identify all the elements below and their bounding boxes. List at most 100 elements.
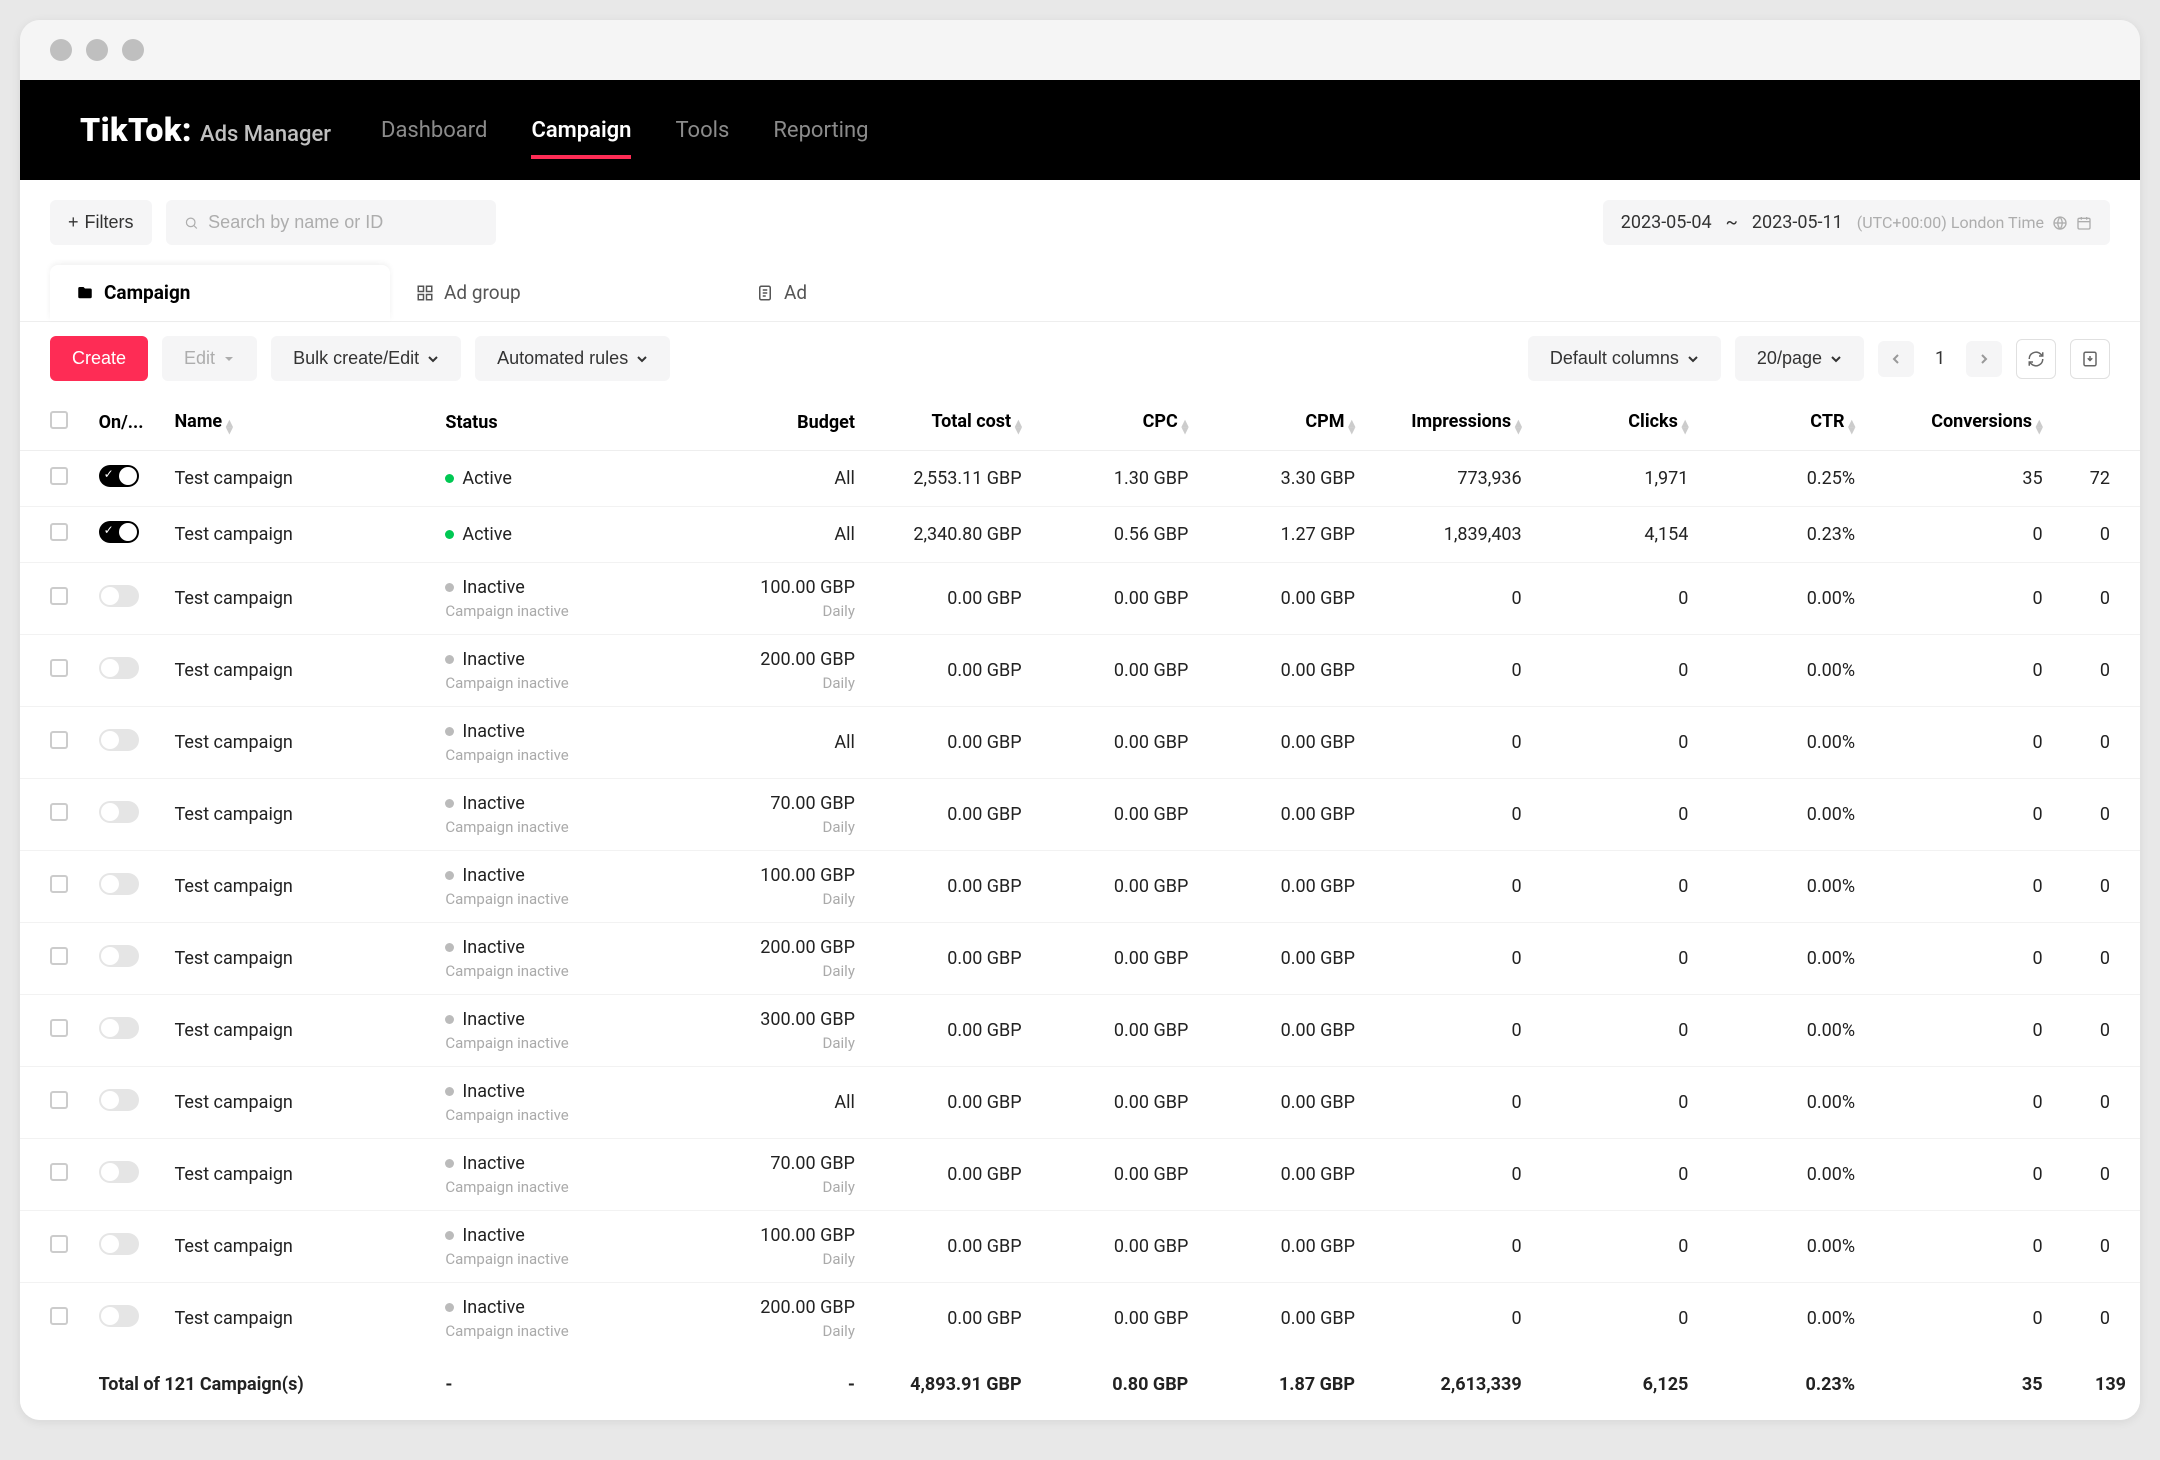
traffic-light-minimize-icon[interactable] [86, 39, 108, 61]
table-row[interactable]: Test campaignInactiveCampaign inactive20… [20, 635, 2140, 707]
on-off-toggle[interactable] [99, 1305, 139, 1327]
campaign-name: Test campaign [160, 779, 431, 851]
table-row[interactable]: Test campaignInactiveCampaign inactive10… [20, 563, 2140, 635]
nav-item-reporting[interactable]: Reporting [773, 106, 868, 155]
last-col: 0 [2057, 707, 2140, 779]
campaign-table-wrap[interactable]: On/... Name▴▾ Status Budget Total cost▴▾… [20, 395, 2140, 1415]
row-checkbox[interactable] [50, 659, 68, 677]
create-button[interactable]: Create [50, 336, 148, 381]
prev-page-button[interactable] [1878, 341, 1914, 377]
table-row[interactable]: Test campaignInactiveCampaign inactive10… [20, 1211, 2140, 1283]
col-conversions[interactable]: Conversions▴▾ [1869, 395, 2057, 451]
traffic-light-close-icon[interactable] [50, 39, 72, 61]
col-name[interactable]: Name▴▾ [160, 395, 431, 451]
level-tab-campaign[interactable]: Campaign [50, 265, 390, 321]
row-checkbox[interactable] [50, 731, 68, 749]
bulk-create-edit-button[interactable]: Bulk create/Edit [271, 336, 461, 381]
filters-button[interactable]: + Filters [50, 200, 152, 245]
export-button[interactable] [2070, 339, 2110, 379]
row-checkbox[interactable] [50, 467, 68, 485]
last-col: 0 [2057, 779, 2140, 851]
table-row[interactable]: Test campaignInactiveCampaign inactive70… [20, 1139, 2140, 1211]
status-dot-icon [445, 1015, 454, 1024]
nav-item-dashboard[interactable]: Dashboard [381, 106, 487, 155]
col-clicks[interactable]: Clicks▴▾ [1536, 395, 1703, 451]
on-off-toggle[interactable] [99, 945, 139, 967]
table-row[interactable]: Test campaignInactiveCampaign inactive70… [20, 779, 2140, 851]
table-row[interactable]: Test campaignActiveAll2,553.11 GBP1.30 G… [20, 451, 2140, 507]
table-row[interactable]: Test campaignInactiveCampaign inactiveAl… [20, 707, 2140, 779]
automated-rules-button[interactable]: Automated rules [475, 336, 670, 381]
nav-item-campaign[interactable]: Campaign [531, 106, 631, 155]
impressions: 0 [1369, 779, 1536, 851]
total-cost: 0.00 GBP [869, 923, 1036, 995]
on-off-toggle[interactable] [99, 801, 139, 823]
col-cpc[interactable]: CPC▴▾ [1036, 395, 1203, 451]
total-cost: 0.00 GBP [869, 995, 1036, 1067]
on-off-toggle[interactable] [99, 521, 139, 543]
table-row[interactable]: Test campaignActiveAll2,340.80 GBP0.56 G… [20, 507, 2140, 563]
on-off-toggle[interactable] [99, 873, 139, 895]
col-total-cost[interactable]: Total cost▴▾ [869, 395, 1036, 451]
table-row[interactable]: Test campaignInactiveCampaign inactive30… [20, 995, 2140, 1067]
refresh-button[interactable] [2016, 339, 2056, 379]
impressions: 0 [1369, 923, 1536, 995]
table-row[interactable]: Test campaignInactiveCampaign inactive20… [20, 1283, 2140, 1355]
on-off-toggle[interactable] [99, 465, 139, 487]
sort-icon: ▴▾ [2036, 420, 2043, 434]
on-off-toggle[interactable] [99, 1089, 139, 1111]
level-tab-ad[interactable]: Ad [730, 265, 1070, 321]
row-checkbox[interactable] [50, 803, 68, 821]
total-cost: 0.00 GBP [869, 1139, 1036, 1211]
on-off-toggle[interactable] [99, 1233, 139, 1255]
col-budget[interactable]: Budget [681, 395, 869, 451]
col-status[interactable]: Status [431, 395, 681, 451]
budget-sub: Daily [823, 890, 855, 908]
row-checkbox[interactable] [50, 947, 68, 965]
export-icon [2081, 350, 2099, 368]
row-checkbox[interactable] [50, 1307, 68, 1325]
on-off-toggle[interactable] [99, 1017, 139, 1039]
next-page-button[interactable] [1966, 341, 2002, 377]
status-text: Inactive [462, 865, 524, 886]
per-page-selector[interactable]: 20/page [1735, 336, 1864, 381]
clicks: 0 [1536, 779, 1703, 851]
cpc: 0.00 GBP [1036, 635, 1203, 707]
on-off-toggle[interactable] [99, 657, 139, 679]
row-checkbox[interactable] [50, 1235, 68, 1253]
row-checkbox[interactable] [50, 875, 68, 893]
on-off-toggle[interactable] [99, 1161, 139, 1183]
search-input[interactable] [208, 212, 477, 233]
col-cpm[interactable]: CPM▴▾ [1202, 395, 1369, 451]
table-row[interactable]: Test campaignInactiveCampaign inactiveAl… [20, 1067, 2140, 1139]
total-cost: 0.00 GBP [869, 635, 1036, 707]
table-row[interactable]: Test campaignInactiveCampaign inactive20… [20, 923, 2140, 995]
nav-item-tools[interactable]: Tools [675, 106, 729, 155]
row-checkbox[interactable] [50, 1163, 68, 1181]
traffic-light-maximize-icon[interactable] [122, 39, 144, 61]
edit-button[interactable]: Edit [162, 336, 257, 381]
budget-sub: Daily [823, 1178, 855, 1196]
logo: TikTok: Ads Manager [80, 111, 331, 149]
level-tab-ad-group[interactable]: Ad group [390, 265, 730, 321]
date-range-picker[interactable]: 2023-05-04 ~ 2023-05-11 (UTC+00:00) Lond… [1603, 200, 2110, 245]
row-checkbox[interactable] [50, 587, 68, 605]
on-off-toggle[interactable] [99, 585, 139, 607]
col-onoff[interactable]: On/... [85, 395, 161, 451]
row-checkbox[interactable] [50, 1091, 68, 1109]
table-row[interactable]: Test campaignInactiveCampaign inactive10… [20, 851, 2140, 923]
filters-label: Filters [85, 212, 134, 233]
columns-selector[interactable]: Default columns [1528, 336, 1721, 381]
on-off-toggle[interactable] [99, 729, 139, 751]
budget-value: 200.00 GBP [760, 1297, 855, 1318]
search-box[interactable] [166, 200, 496, 245]
col-ctr[interactable]: CTR▴▾ [1702, 395, 1869, 451]
col-impressions[interactable]: Impressions▴▾ [1369, 395, 1536, 451]
campaign-name: Test campaign [160, 923, 431, 995]
ctr: 0.00% [1702, 779, 1869, 851]
cpm: 3.30 GBP [1202, 451, 1369, 507]
row-checkbox[interactable] [50, 523, 68, 541]
select-all-checkbox[interactable] [50, 411, 68, 429]
row-checkbox[interactable] [50, 1019, 68, 1037]
top-nav: TikTok: Ads Manager Dashboard Campaign Too… [20, 80, 2140, 180]
